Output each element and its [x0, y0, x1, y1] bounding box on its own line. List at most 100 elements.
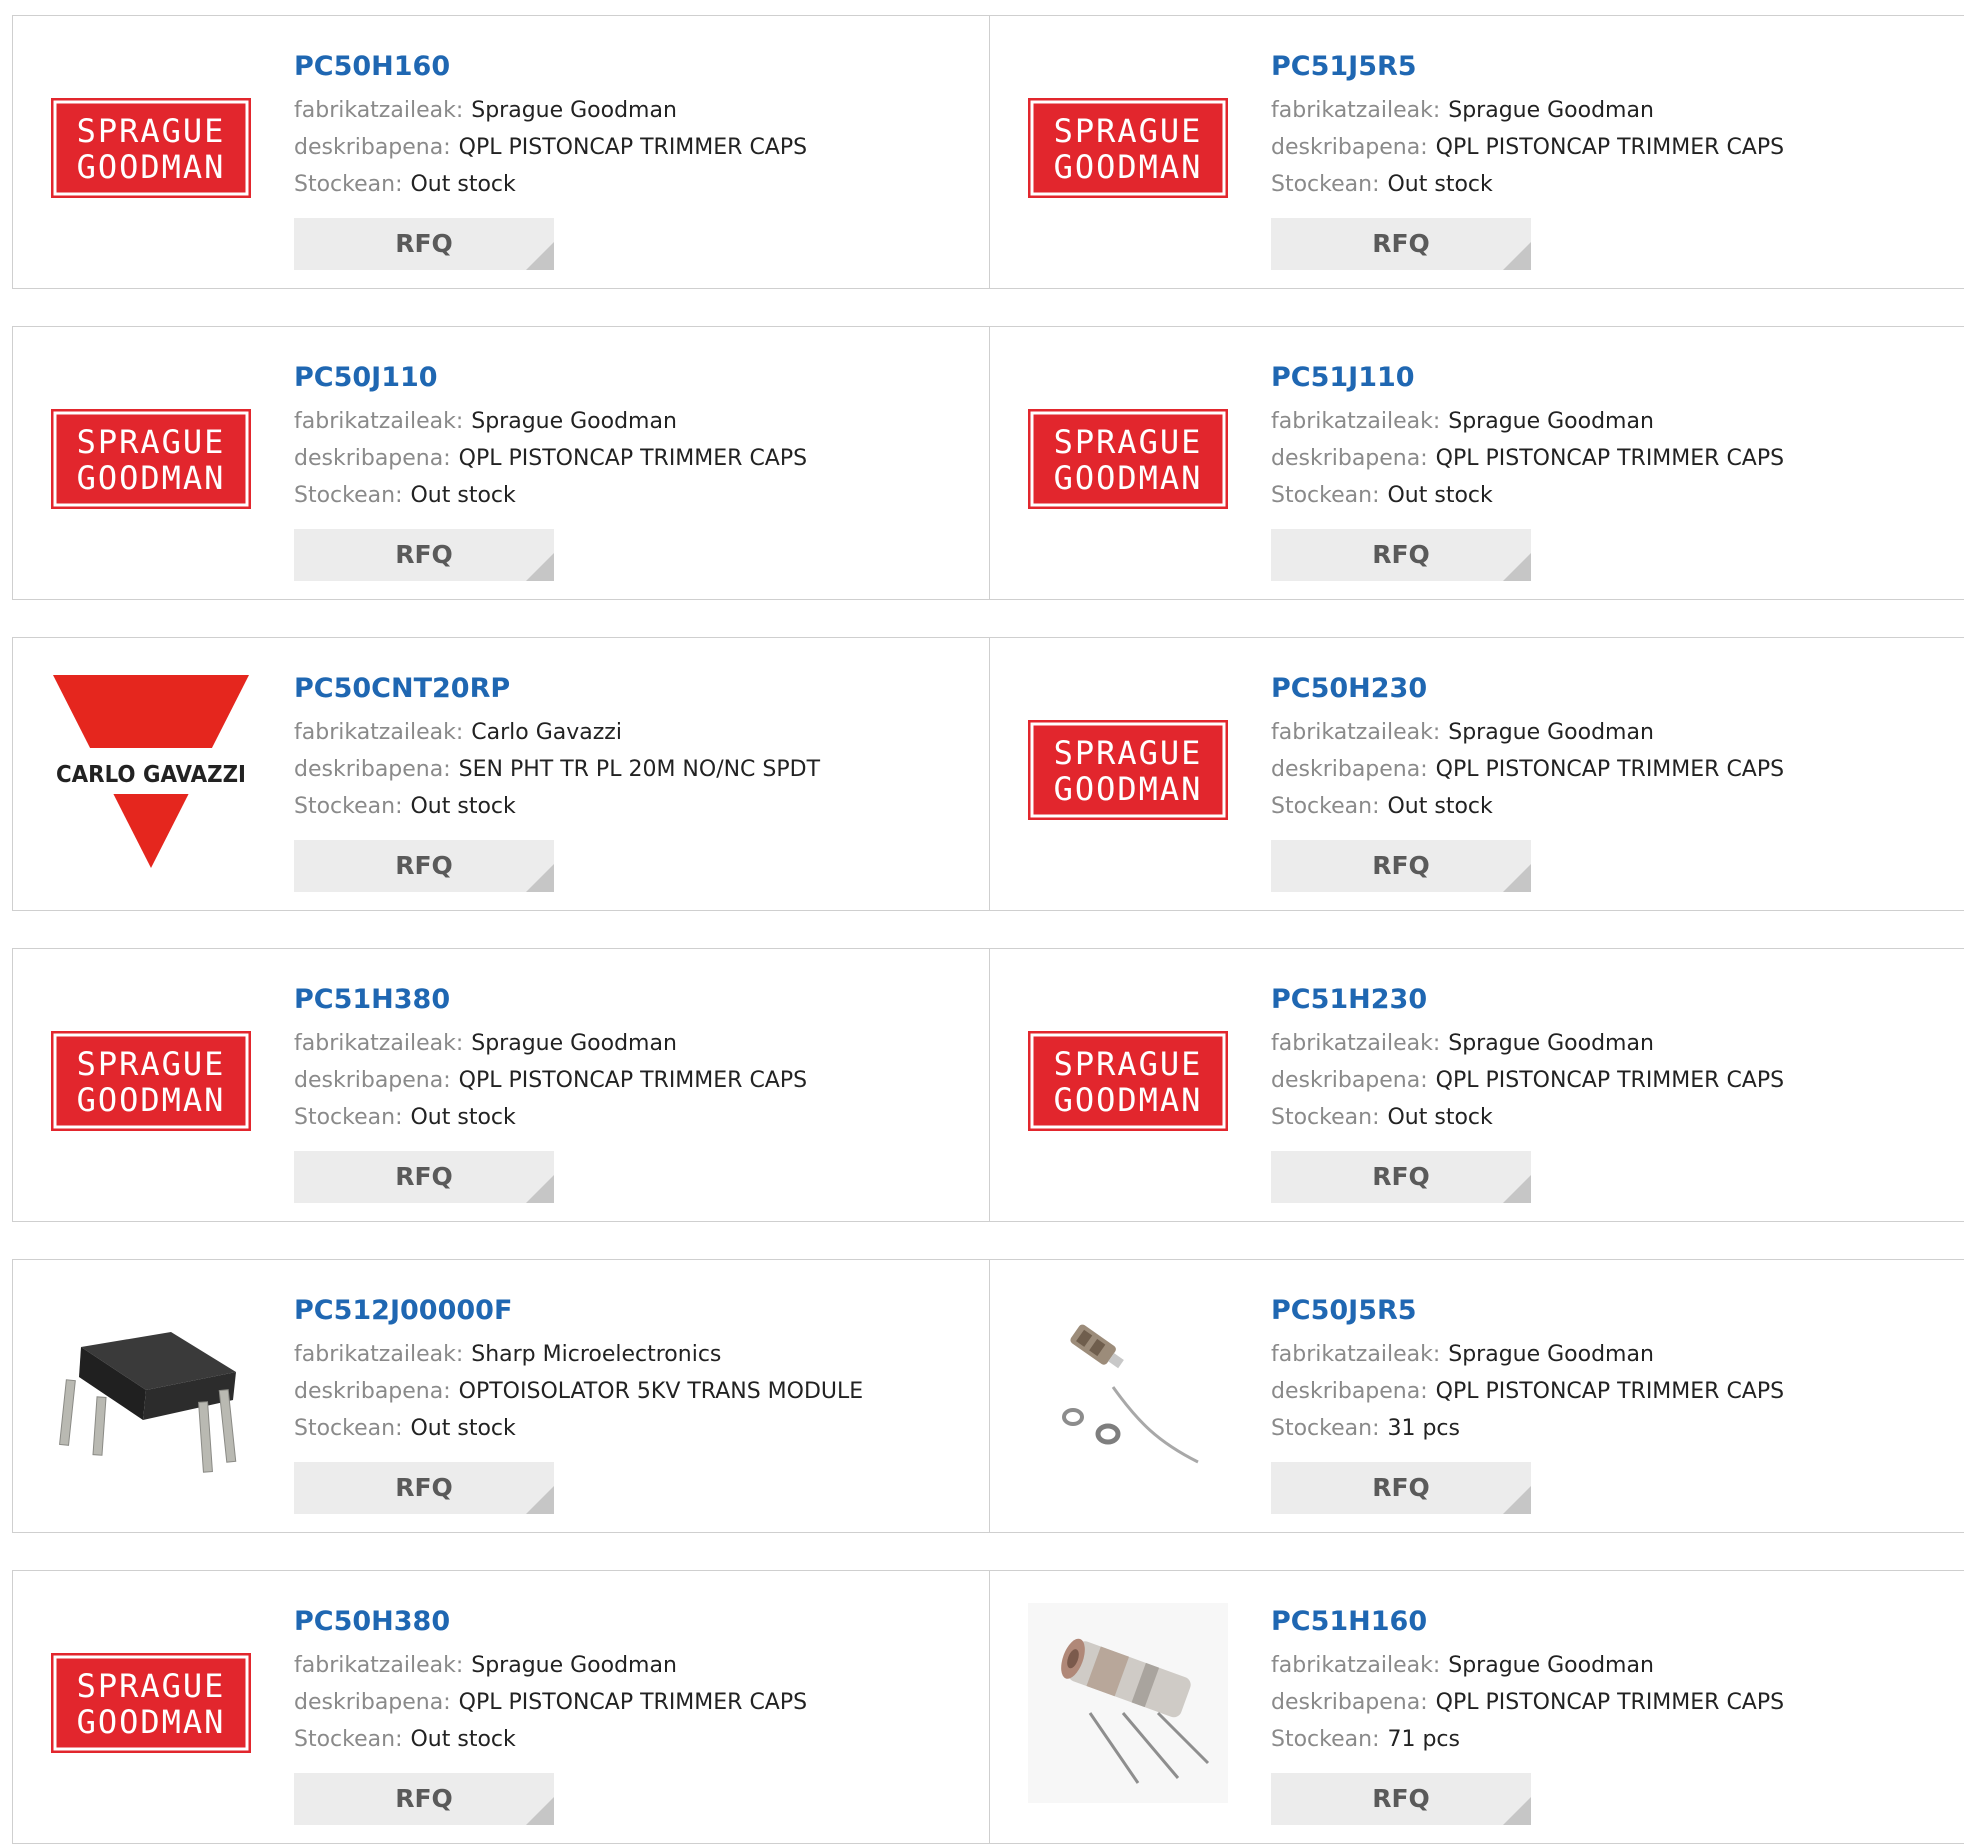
- product-image[interactable]: SPRAGUE GOODMAN: [51, 48, 251, 248]
- manufacturer-value[interactable]: Sprague Goodman: [1448, 409, 1654, 434]
- part-number-link[interactable]: PC51J5R5: [1271, 48, 1784, 86]
- manufacturer-value[interactable]: Sprague Goodman: [471, 98, 677, 123]
- rfq-button[interactable]: RFQ: [1271, 840, 1531, 892]
- sprague-goodman-logo: SPRAGUE GOODMAN: [1028, 98, 1228, 198]
- stock-value: Out stock: [410, 1416, 516, 1441]
- product-image[interactable]: [1028, 1292, 1228, 1492]
- manufacturer-label: fabrikatzaileak:: [1271, 720, 1441, 745]
- part-number-link[interactable]: PC50J110: [294, 359, 807, 397]
- stock-label: Stockean:: [1271, 1416, 1380, 1441]
- manufacturer-value[interactable]: Sprague Goodman: [1448, 1031, 1654, 1056]
- manufacturer-row: fabrikatzaileak: Sharp Microelectronics: [294, 1336, 863, 1373]
- stock-value: Out stock: [410, 1105, 516, 1130]
- product-image[interactable]: CARLO GAVAZZI: [51, 670, 251, 870]
- manufacturer-label: fabrikatzaileak:: [1271, 1653, 1441, 1678]
- logo-text-line2: GOODMAN: [1054, 770, 1203, 808]
- manufacturer-value[interactable]: Sprague Goodman: [1448, 1342, 1654, 1367]
- rfq-button[interactable]: RFQ: [1271, 218, 1531, 270]
- product-image[interactable]: SPRAGUE GOODMAN: [51, 1603, 251, 1803]
- description-row: deskribapena: QPL PISTONCAP TRIMMER CAPS: [1271, 129, 1784, 166]
- rfq-button-label: RFQ: [1372, 229, 1430, 258]
- manufacturer-label: fabrikatzaileak:: [1271, 1031, 1441, 1056]
- stock-value: Out stock: [410, 172, 516, 197]
- rfq-button[interactable]: RFQ: [1271, 1151, 1531, 1203]
- rfq-corner-decoration: [1503, 1175, 1531, 1203]
- rfq-button[interactable]: RFQ: [1271, 1462, 1531, 1514]
- part-number-link[interactable]: PC50CNT20RP: [294, 670, 820, 708]
- stock-value: Out stock: [410, 1727, 516, 1752]
- stock-row: Stockean: Out stock: [294, 1099, 807, 1136]
- manufacturer-value[interactable]: Sprague Goodman: [1448, 1653, 1654, 1678]
- manufacturer-value[interactable]: Sprague Goodman: [471, 1653, 677, 1678]
- rfq-button-label: RFQ: [1372, 540, 1430, 569]
- part-number-link[interactable]: PC50H160: [294, 48, 807, 86]
- rfq-button[interactable]: RFQ: [294, 1151, 554, 1203]
- logo-text-line2: GOODMAN: [77, 1703, 226, 1741]
- part-number-link[interactable]: PC51H230: [1271, 981, 1784, 1019]
- rfq-corner-decoration: [526, 1486, 554, 1514]
- rfq-corner-decoration: [526, 1175, 554, 1203]
- rfq-button[interactable]: RFQ: [1271, 529, 1531, 581]
- manufacturer-value[interactable]: Carlo Gavazzi: [471, 720, 622, 745]
- part-number-link[interactable]: PC51H160: [1271, 1603, 1784, 1641]
- product-info: PC51H380 fabrikatzaileak: Sprague Goodman…: [294, 981, 807, 1136]
- sprague-goodman-logo: SPRAGUE GOODMAN: [1028, 1031, 1228, 1131]
- rfq-button[interactable]: RFQ: [294, 840, 554, 892]
- rfq-corner-decoration: [526, 864, 554, 892]
- product-image[interactable]: SPRAGUE GOODMAN: [1028, 359, 1228, 559]
- part-number-link[interactable]: PC50J5R5: [1271, 1292, 1784, 1330]
- manufacturer-row: fabrikatzaileak: Sprague Goodman: [294, 1647, 807, 1684]
- product-row: SPRAGUE GOODMAN PC51H380 fabrikatzaileak…: [12, 948, 1964, 1222]
- description-row: deskribapena: QPL PISTONCAP TRIMMER CAPS: [294, 440, 807, 477]
- rfq-button-label: RFQ: [395, 1473, 453, 1502]
- stock-row: Stockean: 71 pcs: [1271, 1721, 1784, 1758]
- rfq-button[interactable]: RFQ: [294, 218, 554, 270]
- description-value: QPL PISTONCAP TRIMMER CAPS: [458, 446, 808, 471]
- manufacturer-value[interactable]: Sharp Microelectronics: [471, 1342, 721, 1367]
- logo-text-line1: SPRAGUE: [77, 423, 226, 461]
- rfq-corner-decoration: [1503, 242, 1531, 270]
- rfq-button[interactable]: RFQ: [294, 1773, 554, 1825]
- product-card: SPRAGUE GOODMAN PC50J110 fabrikatzaileak…: [13, 327, 990, 599]
- product-image[interactable]: [51, 1292, 251, 1492]
- part-number-link[interactable]: PC51H380: [294, 981, 807, 1019]
- sprague-goodman-logo: SPRAGUE GOODMAN: [51, 1653, 251, 1753]
- product-image[interactable]: [1028, 1603, 1228, 1803]
- product-image[interactable]: SPRAGUE GOODMAN: [1028, 48, 1228, 248]
- part-number-link[interactable]: PC50H230: [1271, 670, 1784, 708]
- manufacturer-value[interactable]: Sprague Goodman: [471, 409, 677, 434]
- part-number-link[interactable]: PC50H380: [294, 1603, 807, 1641]
- description-label: deskribapena:: [294, 1379, 451, 1404]
- stock-value: Out stock: [410, 483, 516, 508]
- product-info: PC50CNT20RP fabrikatzaileak: Carlo Gavazz…: [294, 670, 820, 825]
- product-row: SPRAGUE GOODMAN PC50H380 fabrikatzaileak…: [12, 1570, 1964, 1844]
- product-image[interactable]: SPRAGUE GOODMAN: [1028, 670, 1228, 870]
- manufacturer-value[interactable]: Sprague Goodman: [471, 1031, 677, 1056]
- rfq-button[interactable]: RFQ: [294, 529, 554, 581]
- stock-label: Stockean:: [1271, 483, 1380, 508]
- manufacturer-value[interactable]: Sprague Goodman: [1448, 720, 1654, 745]
- part-number-link[interactable]: PC51J110: [1271, 359, 1784, 397]
- product-info: PC50H230 fabrikatzaileak: Sprague Goodman…: [1271, 670, 1784, 825]
- rfq-button[interactable]: RFQ: [294, 1462, 554, 1514]
- rfq-button[interactable]: RFQ: [1271, 1773, 1531, 1825]
- manufacturer-row: fabrikatzaileak: Sprague Goodman: [1271, 1647, 1784, 1684]
- rfq-button-label: RFQ: [395, 851, 453, 880]
- product-card: SPRAGUE GOODMAN PC50H230 fabrikatzaileak…: [990, 638, 1964, 910]
- stock-value: Out stock: [1387, 172, 1493, 197]
- part-number-link[interactable]: PC512J00000F: [294, 1292, 863, 1330]
- carlo-gavazzi-logo: CARLO GAVAZZI: [51, 675, 251, 868]
- logo-text: CARLO GAVAZZI: [56, 762, 246, 788]
- rfq-button-label: RFQ: [1372, 1473, 1430, 1502]
- description-label: deskribapena:: [1271, 757, 1428, 782]
- sprague-goodman-logo: SPRAGUE GOODMAN: [1028, 720, 1228, 820]
- description-row: deskribapena: QPL PISTONCAP TRIMMER CAPS: [1271, 1062, 1784, 1099]
- product-image[interactable]: SPRAGUE GOODMAN: [51, 981, 251, 1181]
- description-label: deskribapena:: [1271, 1068, 1428, 1093]
- stock-row: Stockean: Out stock: [1271, 477, 1784, 514]
- manufacturer-value[interactable]: Sprague Goodman: [1448, 98, 1654, 123]
- logo-text-line1: SPRAGUE: [1054, 423, 1203, 461]
- logo-text-line1: SPRAGUE: [77, 1667, 226, 1705]
- product-image[interactable]: SPRAGUE GOODMAN: [51, 359, 251, 559]
- product-image[interactable]: SPRAGUE GOODMAN: [1028, 981, 1228, 1181]
